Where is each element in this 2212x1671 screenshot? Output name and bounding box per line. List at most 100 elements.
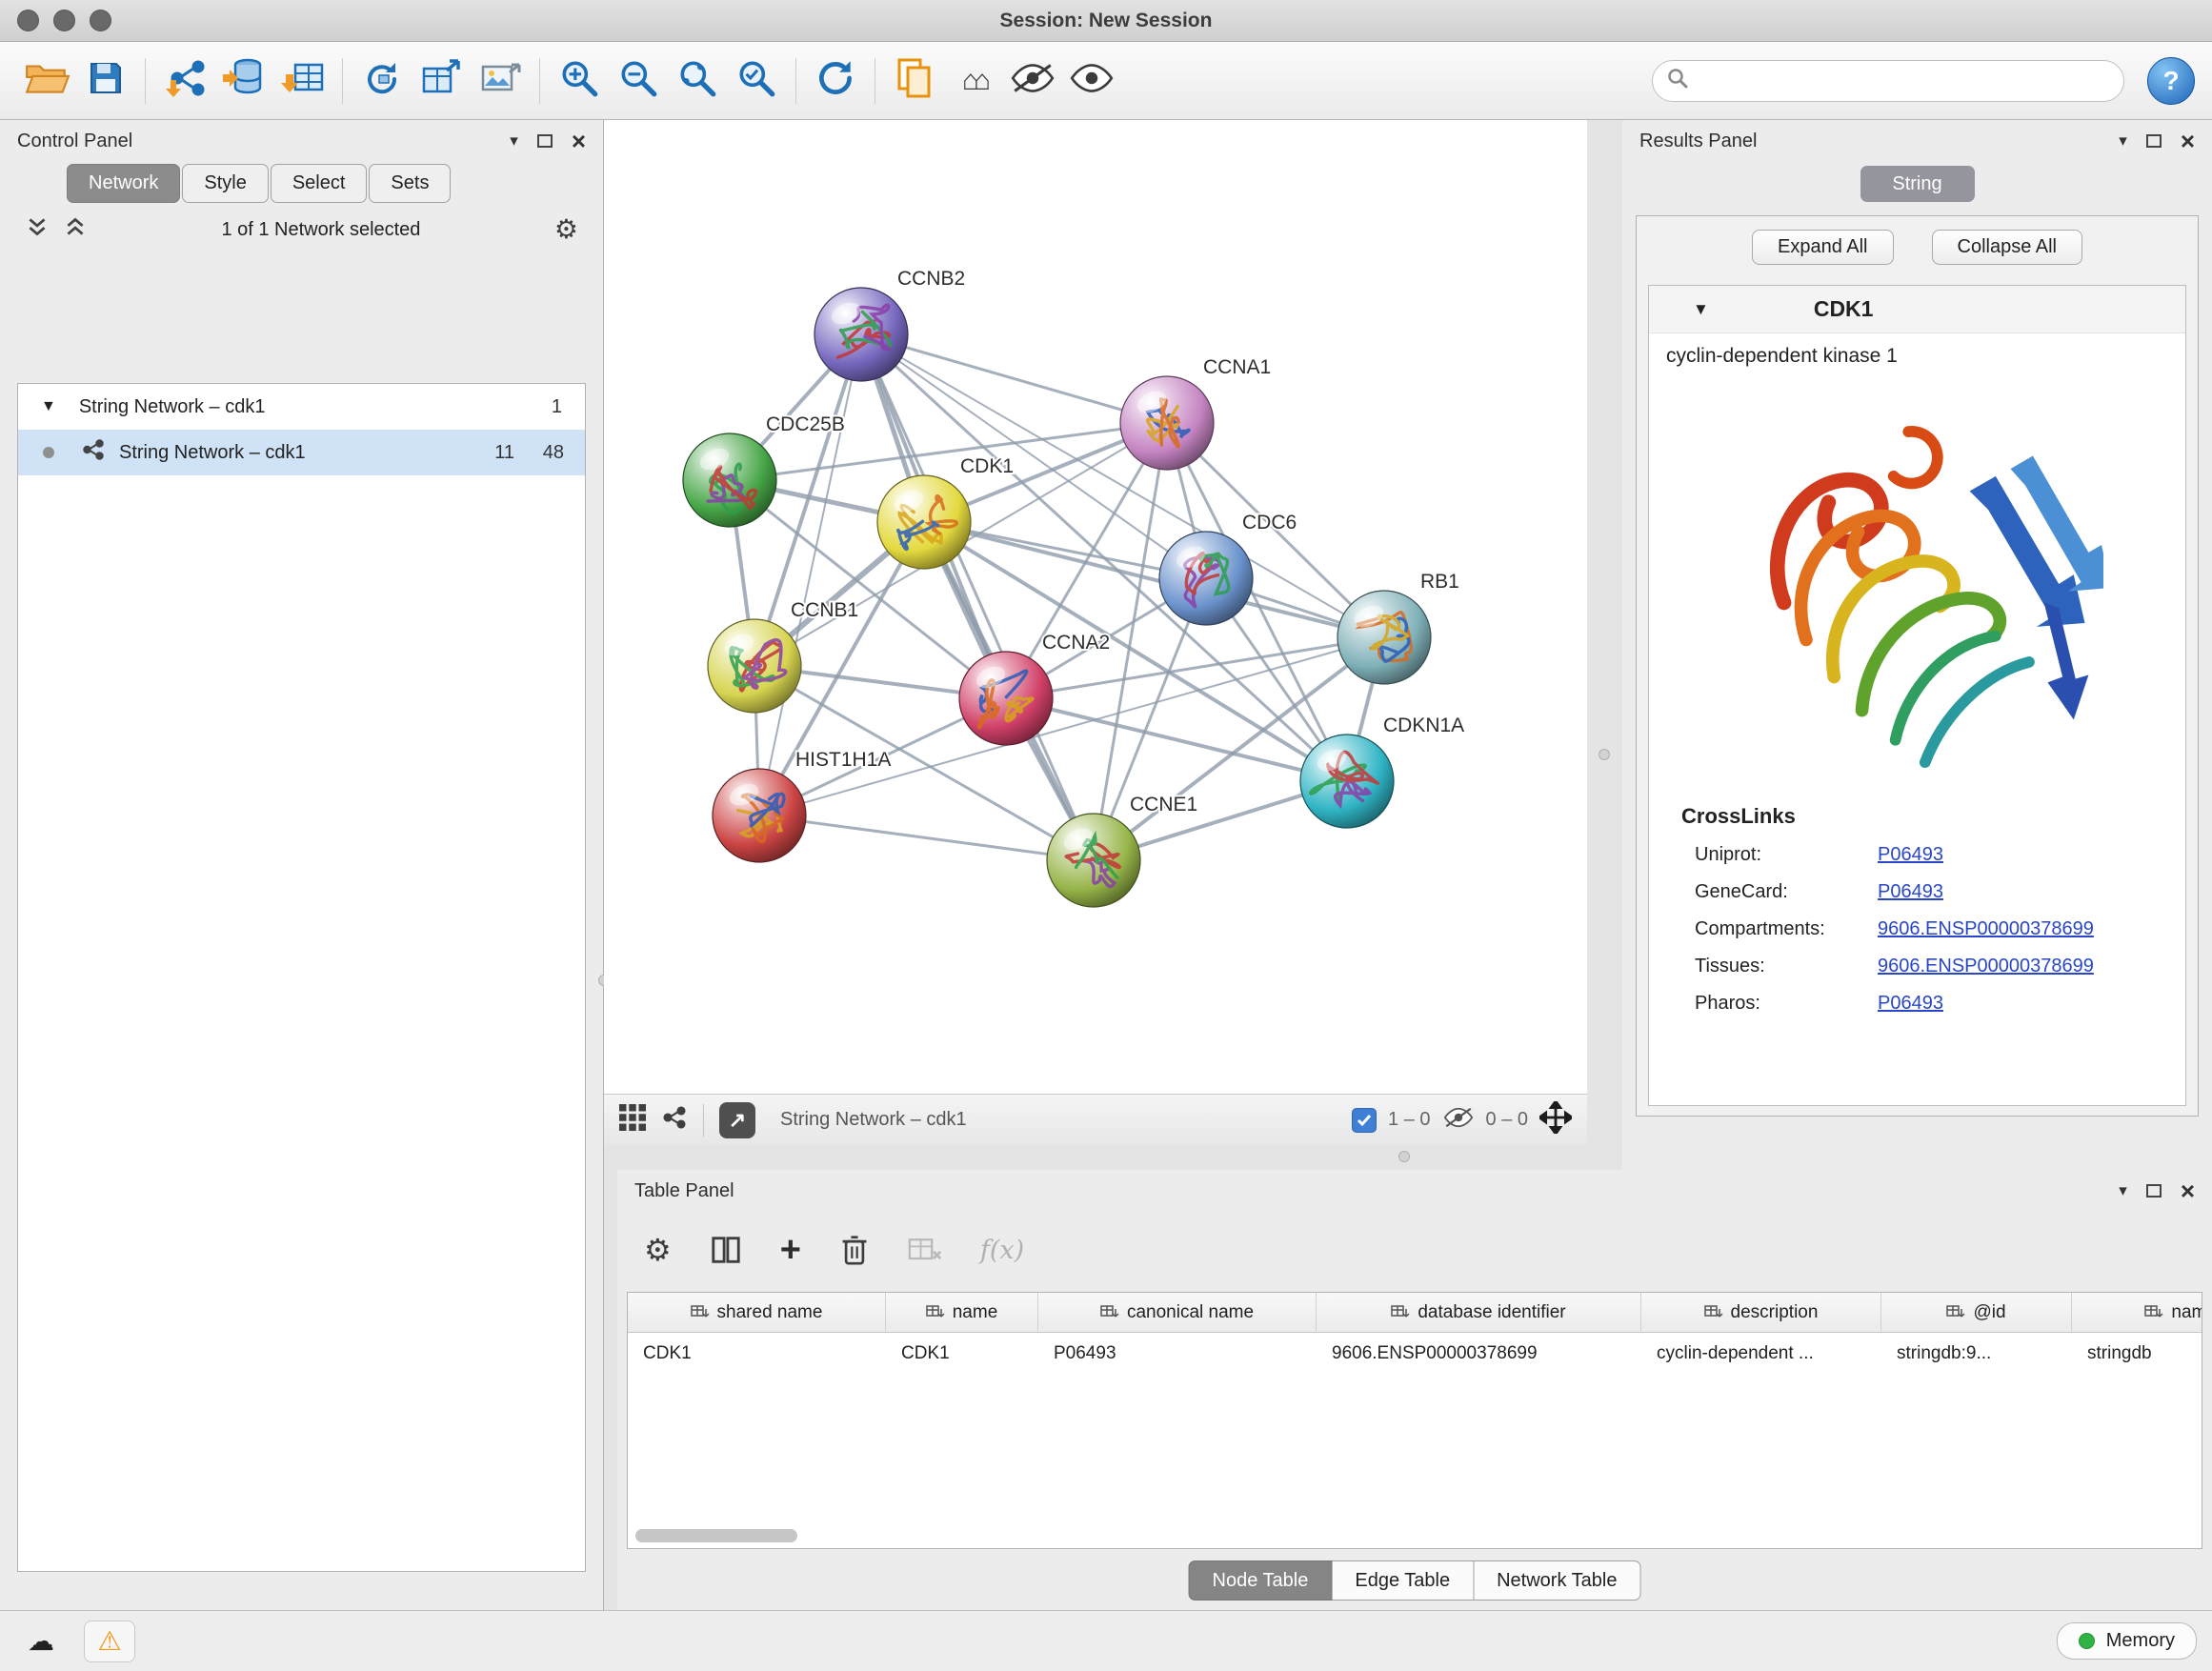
- svg-text:RB1: RB1: [1420, 571, 1459, 593]
- column-header[interactable]: shared name: [628, 1293, 886, 1332]
- import-network-database-button[interactable]: [214, 53, 273, 109]
- toolbar-separator: [145, 58, 146, 104]
- open-session-button[interactable]: [17, 53, 76, 109]
- show-columns-icon[interactable]: [710, 1234, 742, 1266]
- table-settings-gear-icon[interactable]: ⚙: [644, 1232, 672, 1268]
- string-home-button[interactable]: ⌂⌂: [944, 53, 1003, 109]
- cell-namespace[interactable]: stringdb: [2072, 1343, 2202, 1364]
- column-header[interactable]: name: [886, 1293, 1038, 1332]
- panel-close-icon[interactable]: ×: [2181, 1178, 2195, 1203]
- crosslink-compartments-link[interactable]: 9606.ENSP00000378699: [1878, 918, 2094, 940]
- splitter-handle[interactable]: [1599, 749, 1610, 760]
- clone-network-button[interactable]: [352, 53, 412, 109]
- cell-id[interactable]: stringdb:9...: [1881, 1343, 2072, 1364]
- column-header[interactable]: database identifier: [1317, 1293, 1641, 1332]
- collapse-all-button[interactable]: Collapse All: [1932, 230, 2083, 265]
- tab-select[interactable]: Select: [271, 164, 368, 203]
- column-header[interactable]: @id: [1881, 1293, 2072, 1332]
- apply-layout-button[interactable]: [806, 53, 865, 109]
- column-header[interactable]: canonical name: [1038, 1293, 1317, 1332]
- hidden-eye-slash-icon[interactable]: [1442, 1105, 1475, 1136]
- tab-edge-table[interactable]: Edge Table: [1332, 1560, 1474, 1601]
- cell-shared-name[interactable]: CDK1: [628, 1343, 886, 1364]
- delete-column-trash-icon[interactable]: [839, 1233, 870, 1267]
- column-header[interactable]: description: [1641, 1293, 1881, 1332]
- help-icon: ?: [2162, 66, 2179, 96]
- search-icon: [1666, 67, 1689, 95]
- network-canvas[interactable]: CCNB2CCNA1CDC25BCDK1CDC6RB1CCNB1CCNA2CDK…: [604, 120, 1587, 1094]
- network-collection-row[interactable]: ▼ String Network – cdk1 1: [18, 384, 585, 430]
- panel-float-icon[interactable]: [2146, 1184, 2162, 1198]
- crosslink-row: Pharos: P06493: [1695, 993, 2185, 1015]
- zoom-fit-button[interactable]: [668, 53, 727, 109]
- gear-icon[interactable]: ⚙: [554, 216, 578, 243]
- tab-network[interactable]: Network: [67, 164, 180, 203]
- window-close-button[interactable]: [17, 10, 39, 31]
- table-row[interactable]: CDK1 CDK1 P06493 9606.ENSP00000378699 cy…: [628, 1333, 2202, 1375]
- crosslink-genecard-link[interactable]: P06493: [1878, 881, 1943, 903]
- panel-close-icon[interactable]: ×: [572, 129, 586, 153]
- save-session-button[interactable]: [76, 53, 135, 109]
- svg-text:CDK1: CDK1: [960, 455, 1014, 477]
- disclosure-triangle-icon[interactable]: ▼: [41, 398, 56, 415]
- panel-float-icon[interactable]: [537, 134, 553, 148]
- cell-description[interactable]: cyclin-dependent ...: [1641, 1343, 1881, 1364]
- gene-header[interactable]: ▼ CDK1: [1649, 286, 2185, 333]
- window-zoom-button[interactable]: [90, 10, 111, 31]
- horizontal-scrollbar[interactable]: [635, 1529, 797, 1542]
- detach-view-button[interactable]: ↗: [719, 1102, 755, 1138]
- collapse-all-icon[interactable]: [25, 214, 50, 245]
- network-overview-icon[interactable]: [661, 1104, 688, 1137]
- column-header[interactable]: namespace: [2072, 1293, 2202, 1332]
- crosslink-pharos-link[interactable]: P06493: [1878, 993, 1943, 1015]
- crosslink-tissues-link[interactable]: 9606.ENSP00000378699: [1878, 956, 2094, 977]
- table-export-icon: [418, 55, 464, 107]
- import-network-file-button[interactable]: [155, 53, 214, 109]
- memory-button[interactable]: Memory: [2057, 1622, 2197, 1660]
- hide-elements-button[interactable]: [1003, 53, 1062, 109]
- birds-eye-view-icon[interactable]: [619, 1104, 646, 1137]
- show-elements-button[interactable]: [1062, 53, 1121, 109]
- zoom-selected-button[interactable]: [727, 53, 786, 109]
- panel-menu-icon[interactable]: ▾: [2119, 131, 2127, 151]
- search-box[interactable]: [1652, 60, 2124, 102]
- warnings-button[interactable]: ⚠: [84, 1621, 135, 1662]
- network-row-selected[interactable]: String Network – cdk1 11 48: [18, 430, 585, 475]
- cell-name[interactable]: CDK1: [886, 1343, 1038, 1364]
- cloud-button[interactable]: ☁: [15, 1621, 67, 1662]
- crosslink-uniprot-link[interactable]: P06493: [1878, 844, 1943, 866]
- current-network-bullet-icon: [43, 447, 54, 458]
- panel-menu-icon[interactable]: ▾: [510, 131, 518, 151]
- search-input[interactable]: [1699, 70, 2110, 91]
- expand-all-icon[interactable]: [63, 214, 88, 245]
- disclosure-triangle-icon[interactable]: ▼: [1693, 300, 1709, 319]
- panel-close-icon[interactable]: ×: [2181, 129, 2195, 153]
- cell-database-identifier[interactable]: 9606.ENSP00000378699: [1317, 1343, 1641, 1364]
- zoom-out-button[interactable]: [609, 53, 668, 109]
- selected-checkbox-icon[interactable]: [1352, 1108, 1377, 1133]
- export-image-button[interactable]: [471, 53, 530, 109]
- pan-crosshair-icon[interactable]: [1539, 1101, 1572, 1139]
- window-minimize-button[interactable]: [53, 10, 75, 31]
- panel-float-icon[interactable]: [2146, 134, 2162, 148]
- crosslink-row: Compartments: 9606.ENSP00000378699: [1695, 918, 2185, 940]
- toolbar-separator: [703, 1104, 704, 1137]
- cell-canonical-name[interactable]: P06493: [1038, 1343, 1317, 1364]
- import-table-button[interactable]: [273, 53, 332, 109]
- tab-sets[interactable]: Sets: [369, 164, 451, 203]
- tab-string[interactable]: String: [1860, 166, 1975, 202]
- status-bar: ☁ ⚠ Memory: [0, 1610, 2212, 1671]
- copy-document-button[interactable]: [885, 53, 944, 109]
- tab-node-table[interactable]: Node Table: [1189, 1560, 1333, 1601]
- export-table-button[interactable]: [412, 53, 471, 109]
- splitter-handle[interactable]: [1398, 1151, 1410, 1162]
- expand-all-button[interactable]: Expand All: [1752, 230, 1894, 265]
- tab-network-table[interactable]: Network Table: [1474, 1560, 1640, 1601]
- network-graph[interactable]: CCNB2CCNA1CDC25BCDK1CDC6RB1CCNB1CCNA2CDK…: [604, 120, 1587, 1094]
- help-button[interactable]: ?: [2147, 57, 2195, 105]
- add-column-icon[interactable]: +: [780, 1232, 801, 1268]
- zoom-in-button[interactable]: [550, 53, 609, 109]
- tab-style[interactable]: Style: [182, 164, 268, 203]
- vertical-splitter[interactable]: [1587, 120, 1622, 1170]
- panel-menu-icon[interactable]: ▾: [2119, 1181, 2127, 1200]
